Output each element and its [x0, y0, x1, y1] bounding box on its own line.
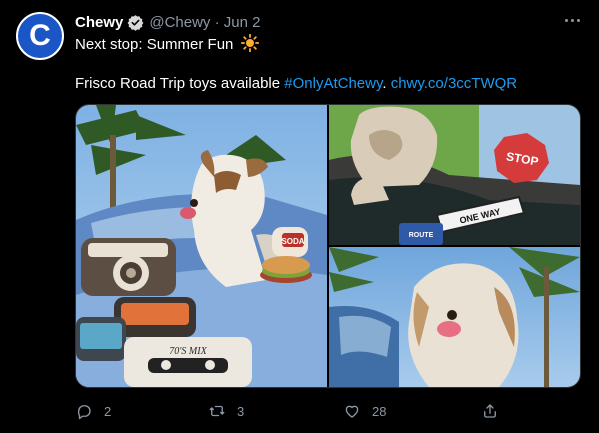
verified-badge-icon [127, 14, 144, 31]
tweet-actions: 2 3 28 [75, 400, 581, 422]
avatar[interactable]: C [16, 12, 64, 60]
share-button[interactable] [481, 400, 499, 422]
tweet-text-line-1: Next stop: Summer Fun [75, 34, 259, 54]
sign-route-text: ROUTE [409, 232, 434, 239]
share-icon [484, 404, 496, 418]
retweet-button[interactable]: 3 [208, 400, 244, 422]
toy-soda-label: SODA [281, 237, 304, 246]
tweet-header: Chewy @Chewy · Jun 2 [75, 12, 260, 32]
tweet-text-separator: . [382, 75, 391, 92]
media-photo-dog-car-toys[interactable]: SODA 70'S MIX [76, 105, 327, 387]
retweet-count: 3 [237, 403, 245, 419]
like-icon [345, 405, 359, 418]
sun-emoji-icon [240, 34, 259, 52]
reply-icon [77, 405, 91, 420]
reply-count: 2 [104, 403, 112, 419]
toy-cassette-label: 70'S MIX [169, 346, 207, 357]
like-button[interactable]: 28 [343, 400, 386, 422]
retweet-icon [209, 405, 225, 417]
more-icon[interactable] [561, 10, 583, 30]
hashtag-link[interactable]: #OnlyAtChewy [284, 75, 382, 92]
like-count: 28 [372, 403, 387, 419]
media-grid: SODA 70'S MIX STOP ONE WAY ROUTE [75, 104, 581, 388]
media-photo-cat-road-signs[interactable]: STOP ONE WAY ROUTE [329, 105, 580, 245]
tweet-card: C Chewy @Chewy · Jun 2 Next stop: Summer… [0, 0, 599, 433]
reply-button[interactable]: 2 [75, 400, 111, 422]
avatar-logo-letter: C [29, 19, 51, 52]
tweet-text-main: Next stop: Summer Fun [75, 36, 234, 53]
media-photo-fluffy-dog[interactable] [329, 247, 580, 387]
tweet-text-line-2: Frisco Road Trip toys available #OnlyAtC… [75, 74, 517, 94]
handle-and-date[interactable]: @Chewy · Jun 2 [149, 14, 260, 31]
url-link[interactable]: chwy.co/3ccTWQR [391, 75, 517, 92]
tweet-text-prefix: Frisco Road Trip toys available [75, 75, 285, 92]
author-name[interactable]: Chewy [75, 14, 123, 31]
